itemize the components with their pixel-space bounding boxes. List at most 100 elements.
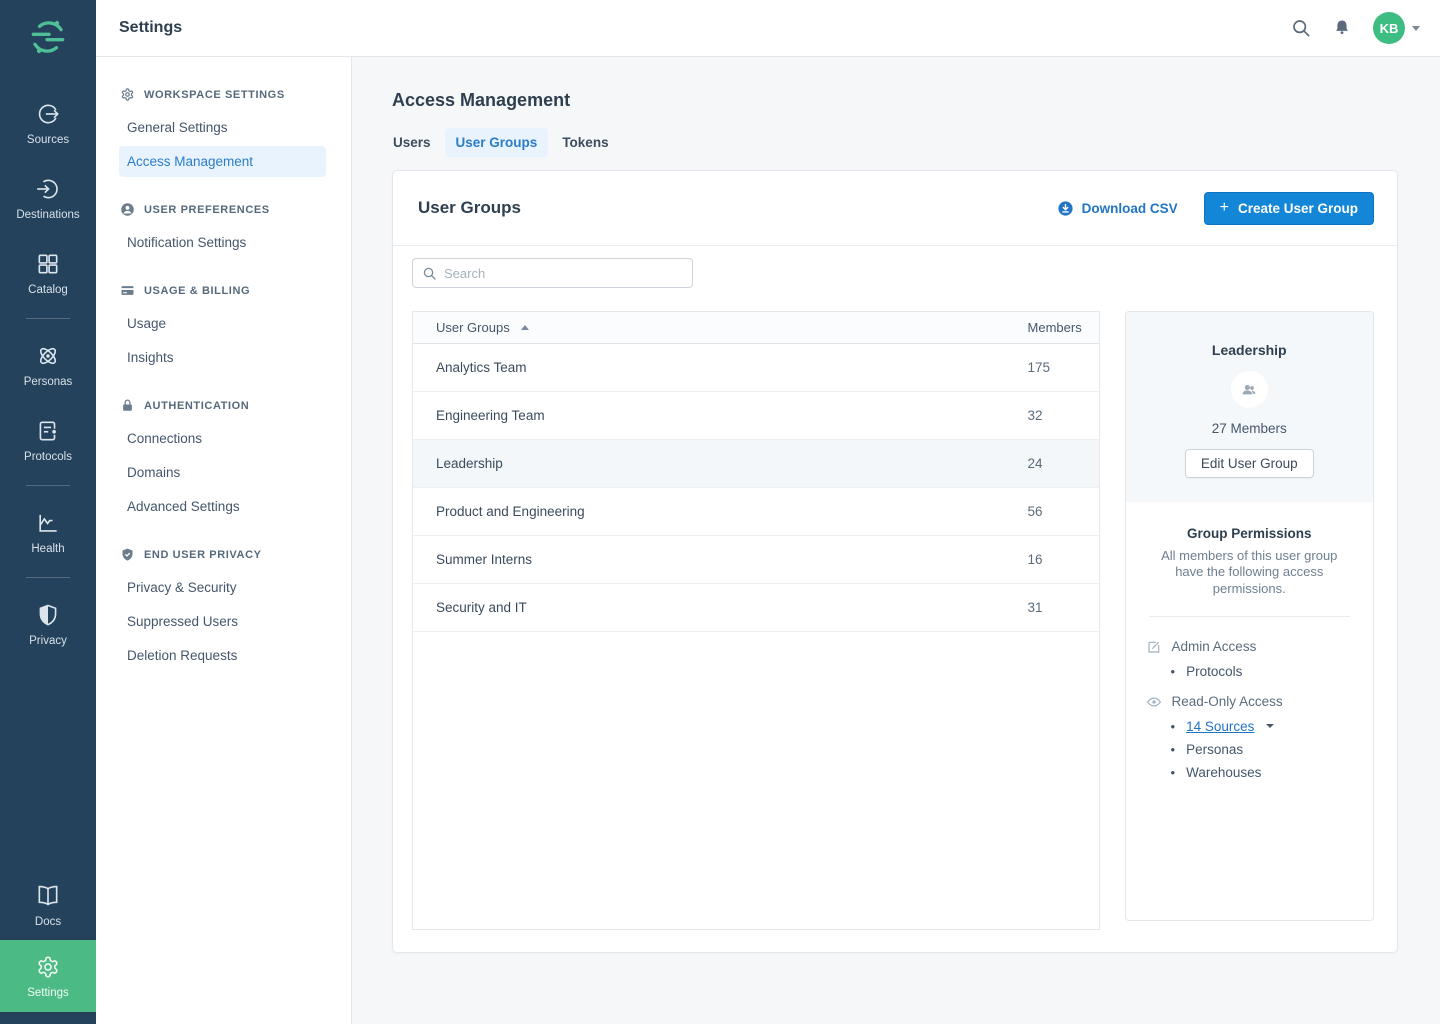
column-header-user-groups[interactable]: User Groups (413, 320, 1028, 335)
rail-item-privacy[interactable]: Privacy (0, 593, 96, 655)
search-icon[interactable] (1291, 18, 1311, 38)
user-icon (120, 202, 135, 217)
tab-tokens[interactable]: Tokens (551, 128, 619, 157)
nav-item-connections[interactable]: Connections (119, 423, 326, 454)
bullet: • (1171, 742, 1176, 757)
health-icon (35, 510, 61, 536)
protocols-icon (35, 418, 61, 444)
rail-divider (26, 485, 70, 486)
nav-item-access-management[interactable]: Access Management (119, 146, 326, 177)
bullet: • (1171, 765, 1176, 780)
permission-item: • Protocols (1171, 664, 1353, 679)
card-title: User Groups (418, 198, 521, 218)
table-header-row: User Groups Members (413, 312, 1099, 344)
table-row[interactable]: Product and Engineering 56 (413, 488, 1099, 536)
group-avatar (1231, 371, 1268, 408)
nav-item-domains[interactable]: Domains (119, 457, 326, 488)
notifications-bell-icon[interactable] (1332, 18, 1352, 38)
chevron-down-icon (1412, 26, 1420, 31)
nav-section-usage-billing: Usage & Billing (96, 283, 351, 298)
member-count: 56 (1028, 504, 1099, 519)
download-icon (1057, 200, 1074, 217)
user-menu[interactable]: KB (1373, 12, 1420, 44)
group-people-icon (1239, 380, 1259, 400)
rail-item-personas[interactable]: Personas (0, 334, 96, 396)
nav-section-workspace-settings: Workspace Settings (96, 87, 351, 102)
shield-icon (120, 547, 135, 562)
rail-item-health[interactable]: Health (0, 501, 96, 563)
search-input[interactable] (444, 266, 683, 281)
chevron-down-icon[interactable] (1266, 724, 1274, 728)
sources-count-link[interactable]: 14 Sources (1186, 719, 1254, 734)
settings-gear-icon (35, 954, 61, 980)
privacy-shield-icon (35, 602, 61, 628)
group-name: Engineering Team (413, 408, 1028, 423)
rail-item-settings[interactable]: Settings (0, 940, 96, 1012)
nav-item-privacy-security[interactable]: Privacy & Security (119, 572, 326, 603)
page-header-title: Settings (119, 19, 182, 37)
group-name: Security and IT (413, 600, 1028, 615)
avatar[interactable]: KB (1373, 12, 1405, 44)
download-csv-label: Download CSV (1082, 201, 1178, 216)
permission-item: • Warehouses (1171, 765, 1353, 780)
rail-item-sources[interactable]: Sources (0, 92, 96, 154)
create-user-group-button[interactable]: + Create User Group (1204, 192, 1374, 225)
table-row[interactable]: Security and IT 31 (413, 584, 1099, 632)
nav-section-end-user-privacy: End User Privacy (96, 547, 351, 562)
personas-icon (35, 343, 61, 369)
nav-item-general-settings[interactable]: General Settings (119, 112, 326, 143)
tab-users[interactable]: Users (382, 128, 442, 157)
permission-item: • Personas (1171, 742, 1353, 757)
credit-card-icon (120, 283, 135, 298)
group-name: Analytics Team (413, 360, 1028, 375)
divider (1149, 616, 1350, 617)
rail-label: Protocols (24, 451, 72, 463)
rail-divider (26, 318, 70, 319)
column-label: User Groups (436, 320, 510, 335)
table-row[interactable]: Engineering Team 32 (413, 392, 1099, 440)
sort-ascending-icon (521, 325, 529, 330)
member-count: 16 (1028, 552, 1099, 567)
bullet: • (1171, 719, 1176, 734)
nav-item-deletion-requests[interactable]: Deletion Requests (119, 640, 326, 671)
permission-item: • 14 Sources (1171, 719, 1353, 734)
read-only-access-group: Read-Only Access • 14 Sources • (1146, 694, 1353, 780)
download-csv-link[interactable]: Download CSV (1057, 200, 1178, 217)
member-count: 32 (1028, 408, 1099, 423)
nav-section-title: User Preferences (144, 204, 270, 216)
nav-section-authentication: Authentication (96, 398, 351, 413)
rail-item-catalog[interactable]: Catalog (0, 242, 96, 304)
page-title: Access Management (392, 90, 1440, 111)
rail-label: Privacy (29, 635, 67, 647)
table-row[interactable]: Analytics Team 175 (413, 344, 1099, 392)
nav-section-title: Workspace Settings (144, 89, 285, 101)
rail-item-docs[interactable]: Docs (0, 874, 96, 936)
nav-item-suppressed-users[interactable]: Suppressed Users (119, 606, 326, 637)
group-name: Product and Engineering (413, 504, 1028, 519)
permission-label: Warehouses (1186, 765, 1261, 780)
group-name: Summer Interns (413, 552, 1028, 567)
bullet: • (1171, 664, 1176, 679)
create-user-group-label: Create User Group (1238, 201, 1358, 216)
group-detail-name: Leadership (1126, 342, 1373, 358)
table-row[interactable]: Summer Interns 16 (413, 536, 1099, 584)
lock-icon (120, 398, 135, 413)
settings-sidebar: Workspace Settings General Settings Acce… (96, 57, 352, 1024)
nav-item-usage[interactable]: Usage (119, 308, 326, 339)
sources-icon (35, 101, 61, 127)
nav-item-insights[interactable]: Insights (119, 342, 326, 373)
edit-user-group-button[interactable]: Edit User Group (1185, 449, 1314, 478)
main-content: Access Management Users User Groups Toke… (352, 57, 1440, 1024)
edit-square-icon (1146, 639, 1162, 655)
table-row-selected[interactable]: Leadership 24 (413, 440, 1099, 488)
nav-item-notification-settings[interactable]: Notification Settings (119, 227, 326, 258)
rail-item-protocols[interactable]: Protocols (0, 409, 96, 471)
user-groups-card: User Groups Download CSV + Create User G… (392, 170, 1398, 953)
segment-logo-icon[interactable] (28, 17, 68, 57)
nav-item-advanced-settings[interactable]: Advanced Settings (119, 491, 326, 522)
read-only-access-label: Read-Only Access (1172, 694, 1283, 709)
rail-item-destinations[interactable]: Destinations (0, 167, 96, 229)
tab-user-groups[interactable]: User Groups (445, 128, 549, 157)
admin-access-group: Admin Access • Protocols (1146, 639, 1353, 679)
permissions-title: Group Permissions (1146, 526, 1353, 541)
